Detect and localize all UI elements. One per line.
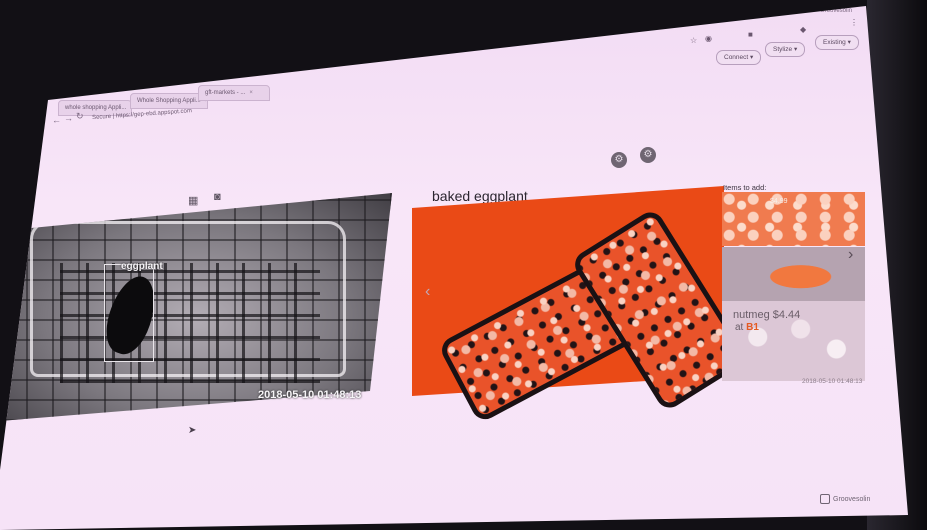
button-label: Connect <box>724 54 749 61</box>
item-store: at B1 <box>735 322 759 333</box>
back-arrow-icon[interactable]: ← <box>52 115 61 125</box>
tab-title: gft-markets - ... <box>205 90 246 96</box>
forward-arrow-icon[interactable]: → <box>64 113 73 123</box>
detection-label: eggplant <box>121 261 163 272</box>
item-name: nutmeg $4.44 <box>733 309 801 321</box>
reload-icon[interactable]: ↻ <box>76 111 84 122</box>
logo-icon <box>820 494 830 504</box>
stylize-button[interactable]: Stylize ▾ <box>765 42 806 57</box>
chevron-left-icon[interactable]: ‹ <box>425 283 430 301</box>
item-card[interactable] <box>722 247 865 301</box>
gear-icon[interactable]: ⚙ <box>611 152 627 168</box>
camera-timestamp: 2018-05-10 01:48:13 <box>258 389 362 401</box>
camera-feed <box>0 193 392 421</box>
chevron-right-icon[interactable]: › <box>848 246 853 264</box>
star-icon[interactable]: ☆ <box>690 36 697 45</box>
browser-tab-3[interactable]: gft-markets - ... × <box>198 85 270 101</box>
button-label: Existing <box>823 39 846 46</box>
connect-button[interactable]: Connect ▾ <box>716 50 762 65</box>
tab-title: Whole Shopping Appli... <box>137 98 201 104</box>
existing-button[interactable]: Existing ▾ <box>815 35 859 50</box>
item-card[interactable]: $4.99 <box>722 192 865 246</box>
items-timestamp: 2018-05-10 01:48:13 <box>802 378 863 385</box>
extension-icon[interactable]: ◉ <box>705 34 712 43</box>
camera-icon[interactable]: ◙ <box>214 191 221 203</box>
item-price: $4.99 <box>770 198 788 205</box>
menu-icon[interactable]: ⋮ <box>850 18 858 27</box>
watermark-text: Groovesolin <box>833 495 871 503</box>
cursor-icon: ➤ <box>188 425 197 436</box>
detection-box <box>104 264 154 362</box>
settings-icon[interactable]: ⚙ <box>640 147 656 163</box>
extension-icon[interactable]: ◆ <box>800 25 806 34</box>
items-header: Items to add: <box>723 183 767 192</box>
cage-floor <box>60 263 320 383</box>
profile-name[interactable]: Groovesolin <box>820 8 852 14</box>
item-store-prefix: at <box>735 322 747 333</box>
address-text: Secure | https://gep-ebd.appspot.com <box>91 108 193 122</box>
extension-icon[interactable]: ■ <box>748 30 753 39</box>
item-store-name: B1 <box>746 322 759 333</box>
monitor-screen: whole shopping Appli...× Whole Shopping … <box>0 6 908 530</box>
watermark: Groovesolin <box>820 494 870 504</box>
close-icon[interactable]: × <box>249 90 253 96</box>
grid-icon[interactable]: ▦ <box>188 194 198 207</box>
button-label: Stylize <box>773 46 793 53</box>
